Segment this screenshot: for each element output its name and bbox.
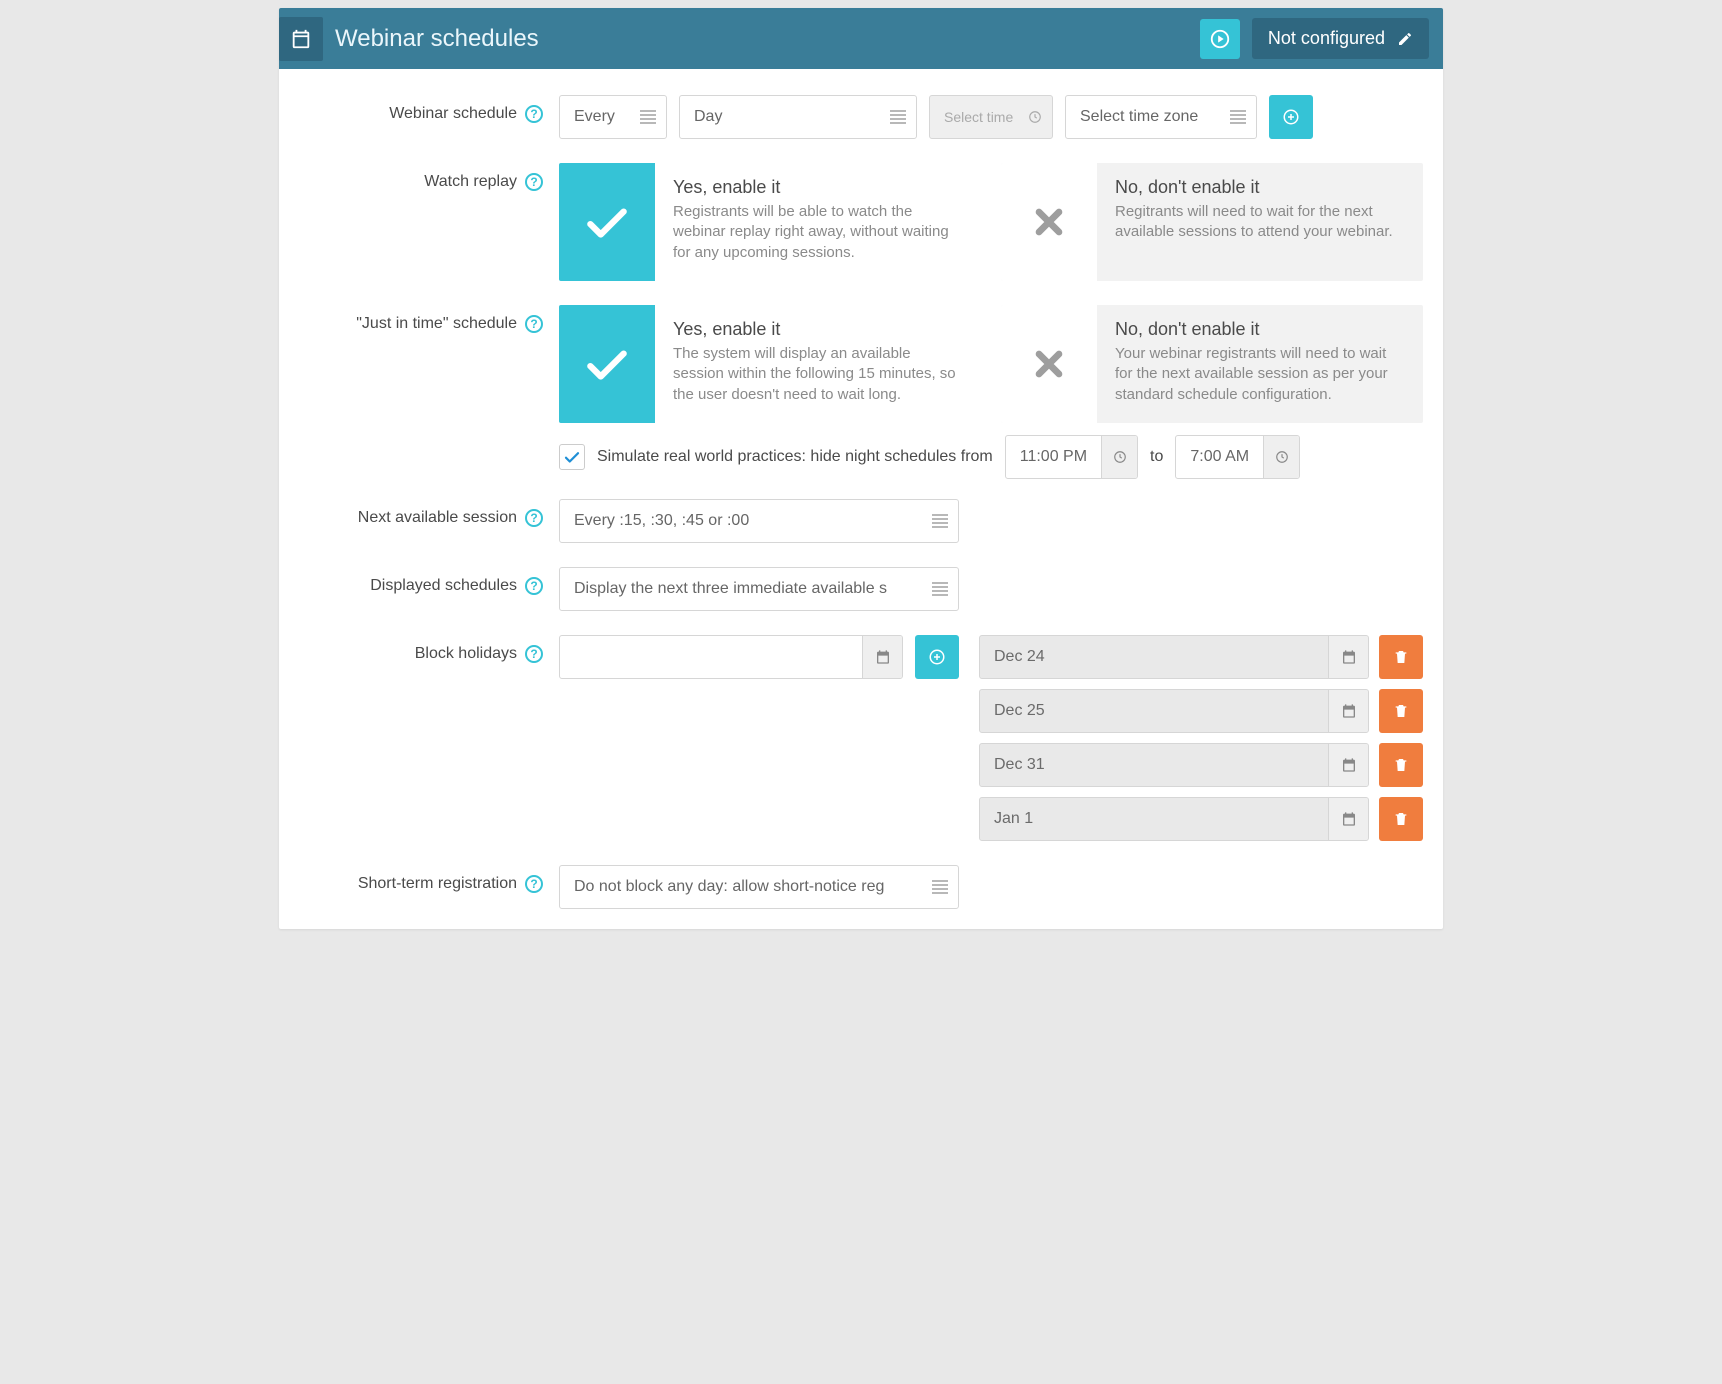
menu-icon bbox=[932, 880, 948, 894]
add-holiday-button[interactable] bbox=[915, 635, 959, 679]
row-short-term: Short-term registration ? Do not block a… bbox=[299, 865, 1423, 909]
replay-option-no[interactable]: No, don't enable it Regitrants will need… bbox=[1001, 163, 1423, 281]
row-watch-replay: Watch replay ? Yes, enable it Registrant… bbox=[299, 163, 1423, 281]
play-button[interactable] bbox=[1200, 19, 1240, 59]
holiday-list: Dec 24 Dec 25 Dec 31 Jan 1 bbox=[979, 635, 1423, 841]
simulate-text: Simulate real world practices: hide nigh… bbox=[597, 448, 993, 466]
frequency-select[interactable]: Every bbox=[559, 95, 667, 139]
help-icon[interactable]: ? bbox=[525, 645, 543, 663]
menu-icon bbox=[640, 110, 656, 124]
unit-select[interactable]: Day bbox=[679, 95, 917, 139]
status-text: Not configured bbox=[1268, 28, 1385, 49]
calendar-icon bbox=[862, 636, 902, 678]
label-watch-replay: Watch replay bbox=[424, 173, 517, 191]
jit-option-no[interactable]: No, don't enable it Your webinar registr… bbox=[1001, 305, 1423, 423]
clock-icon bbox=[1028, 110, 1042, 124]
night-from-input[interactable]: 11:00 PM bbox=[1005, 435, 1138, 479]
calendar-icon bbox=[1328, 636, 1368, 678]
help-icon[interactable]: ? bbox=[525, 173, 543, 191]
holiday-row: Dec 31 bbox=[979, 743, 1423, 787]
help-icon[interactable]: ? bbox=[525, 577, 543, 595]
help-icon[interactable]: ? bbox=[525, 875, 543, 893]
night-to-input[interactable]: 7:00 AM bbox=[1175, 435, 1300, 479]
delete-holiday-button[interactable] bbox=[1379, 689, 1423, 733]
menu-icon bbox=[932, 514, 948, 528]
menu-icon bbox=[890, 110, 906, 124]
check-icon bbox=[559, 305, 655, 423]
next-session-select[interactable]: Every :15, :30, :45 or :00 bbox=[559, 499, 959, 543]
row-block-holidays: Block holidays ? bbox=[299, 635, 1423, 841]
pencil-icon bbox=[1397, 31, 1413, 47]
holiday-date[interactable]: Dec 24 bbox=[979, 635, 1369, 679]
panel-title: Webinar schedules bbox=[335, 25, 1188, 53]
delete-holiday-button[interactable] bbox=[1379, 797, 1423, 841]
help-icon[interactable]: ? bbox=[525, 105, 543, 123]
simulate-checkbox[interactable] bbox=[559, 444, 585, 470]
label-displayed-schedules: Displayed schedules bbox=[370, 577, 517, 595]
to-word: to bbox=[1150, 448, 1163, 466]
holiday-date[interactable]: Jan 1 bbox=[979, 797, 1369, 841]
panel-body: Webinar schedule ? Every Day Sele bbox=[279, 69, 1443, 929]
label-next-session: Next available session bbox=[358, 509, 517, 527]
calendar-icon bbox=[1328, 744, 1368, 786]
row-displayed-schedules: Displayed schedules ? Display the next t… bbox=[299, 567, 1423, 611]
menu-icon bbox=[932, 582, 948, 596]
time-select[interactable]: Select time bbox=[929, 95, 1053, 139]
check-icon bbox=[559, 163, 655, 281]
label-webinar-schedule: Webinar schedule bbox=[389, 105, 517, 123]
calendar-icon bbox=[279, 17, 323, 61]
panel-header: Webinar schedules Not configured bbox=[279, 8, 1443, 69]
calendar-icon bbox=[1328, 690, 1368, 732]
replay-option-yes[interactable]: Yes, enable it Registrants will be able … bbox=[559, 163, 981, 281]
help-icon[interactable]: ? bbox=[525, 509, 543, 527]
status-pill[interactable]: Not configured bbox=[1252, 18, 1429, 59]
clock-icon bbox=[1263, 436, 1299, 478]
short-term-select[interactable]: Do not block any day: allow short-notice… bbox=[559, 865, 959, 909]
add-schedule-button[interactable] bbox=[1269, 95, 1313, 139]
delete-holiday-button[interactable] bbox=[1379, 743, 1423, 787]
displayed-schedules-select[interactable]: Display the next three immediate availab… bbox=[559, 567, 959, 611]
help-icon[interactable]: ? bbox=[525, 315, 543, 333]
holiday-date-input[interactable] bbox=[559, 635, 903, 679]
jit-option-yes[interactable]: Yes, enable it The system will display a… bbox=[559, 305, 981, 423]
holiday-row: Dec 24 bbox=[979, 635, 1423, 679]
holiday-row: Jan 1 bbox=[979, 797, 1423, 841]
delete-holiday-button[interactable] bbox=[1379, 635, 1423, 679]
webinar-schedules-panel: Webinar schedules Not configured Webinar… bbox=[279, 8, 1443, 929]
holiday-date[interactable]: Dec 31 bbox=[979, 743, 1369, 787]
menu-icon bbox=[1230, 110, 1246, 124]
simulate-row: Simulate real world practices: hide nigh… bbox=[559, 435, 1423, 479]
label-jit: "Just in time" schedule bbox=[356, 315, 517, 333]
calendar-icon bbox=[1328, 798, 1368, 840]
holiday-row: Dec 25 bbox=[979, 689, 1423, 733]
label-short-term: Short-term registration bbox=[358, 875, 517, 893]
close-icon bbox=[1001, 163, 1097, 281]
label-block-holidays: Block holidays bbox=[415, 645, 517, 663]
row-next-session: Next available session ? Every :15, :30,… bbox=[299, 499, 1423, 543]
row-jit: "Just in time" schedule ? Yes, enable it… bbox=[299, 305, 1423, 423]
close-icon bbox=[1001, 305, 1097, 423]
holiday-date[interactable]: Dec 25 bbox=[979, 689, 1369, 733]
timezone-select[interactable]: Select time zone bbox=[1065, 95, 1257, 139]
row-webinar-schedule: Webinar schedule ? Every Day Sele bbox=[299, 95, 1423, 139]
clock-icon bbox=[1101, 436, 1137, 478]
